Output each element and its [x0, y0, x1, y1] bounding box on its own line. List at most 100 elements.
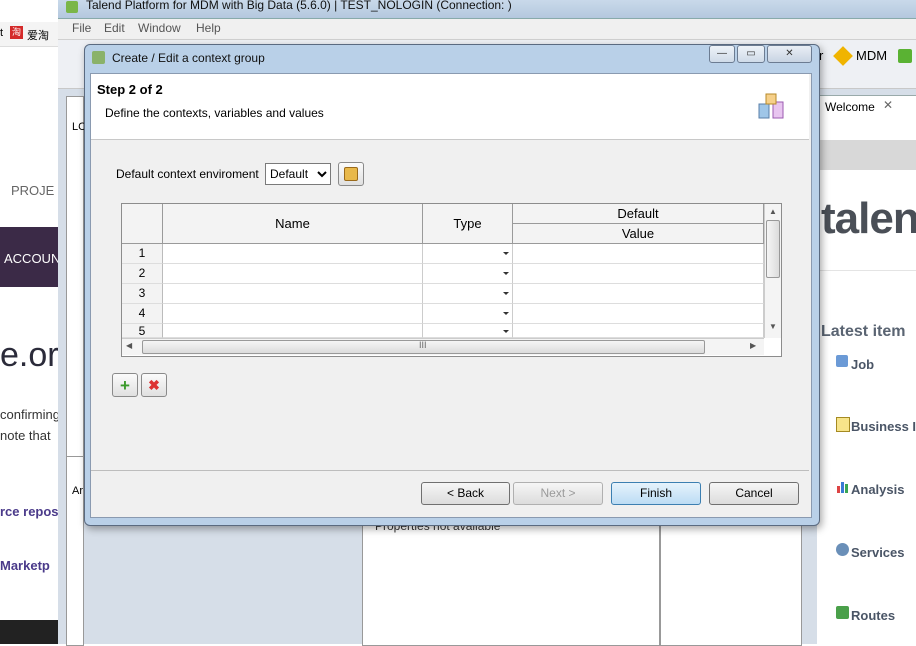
type-cell[interactable]	[423, 244, 513, 264]
scroll-left-icon[interactable]: ◀	[126, 341, 132, 350]
menu-edit[interactable]: Edit	[104, 21, 125, 35]
column-header-name[interactable]: Name	[163, 204, 423, 244]
properties-panel: Properties not available	[362, 519, 660, 646]
scroll-right-icon[interactable]: ▶	[750, 341, 756, 350]
type-cell[interactable]	[423, 284, 513, 304]
remove-variable-button[interactable]: ✖	[141, 373, 167, 397]
mdm-perspective-label[interactable]: MDM	[856, 48, 887, 63]
tab-welcome[interactable]: Welcome ✕	[817, 95, 916, 118]
default-context-label: Default context enviroment	[116, 167, 259, 181]
outline-panel: Ar	[66, 456, 84, 646]
menu-window[interactable]: Window	[138, 21, 181, 35]
chevron-down-icon[interactable]	[503, 312, 509, 315]
dialog-title: Create / Edit a context group	[112, 51, 265, 65]
browser-nav-band: ACCOUN	[0, 227, 62, 287]
default-context-select[interactable]: Default	[265, 163, 331, 185]
cancel-button[interactable]: Cancel	[709, 482, 799, 505]
browser-toolbar: t 淘 爱淘	[0, 22, 62, 47]
vertical-scroll-thumb[interactable]	[766, 220, 780, 278]
browser-heading-text: e.or	[0, 336, 59, 374]
latest-item-label: Business I	[851, 419, 916, 434]
scroll-up-icon[interactable]: ▲	[769, 207, 777, 216]
column-header-value[interactable]: Value	[513, 224, 764, 244]
horizontal-scrollbar[interactable]: ◀ III ▶	[122, 338, 764, 355]
background-browser	[0, 0, 62, 644]
mdm-perspective-icon[interactable]	[833, 46, 853, 66]
business-model-icon	[836, 417, 850, 432]
minimize-button[interactable]: —	[709, 45, 735, 63]
taobao-icon[interactable]: 淘	[10, 26, 23, 39]
routes-icon	[836, 606, 849, 619]
browser-body-text-1: confirming	[0, 407, 60, 422]
chevron-down-icon[interactable]	[503, 272, 509, 275]
scroll-grip: III	[419, 340, 427, 350]
browser-body-text-2: note that	[0, 428, 51, 443]
type-cell[interactable]	[423, 264, 513, 284]
close-button[interactable]: ✕	[767, 45, 812, 63]
value-cell[interactable]	[513, 284, 764, 304]
browser-toolbar-text: t	[0, 27, 4, 39]
value-cell[interactable]	[513, 324, 764, 338]
row-number: 2	[122, 264, 163, 284]
wizard-step-title: Step 2 of 2	[97, 82, 163, 97]
outline-panel-label: Ar	[72, 485, 83, 497]
name-cell[interactable]	[163, 264, 423, 284]
welcome-header-band	[817, 140, 916, 170]
browser-bottom-bar	[0, 620, 62, 644]
bookmark-label[interactable]: 爱淘	[27, 27, 49, 43]
name-cell[interactable]	[163, 304, 423, 324]
type-cell[interactable]	[423, 304, 513, 324]
horizontal-scroll-thumb[interactable]: III	[142, 340, 705, 354]
type-cell[interactable]	[423, 324, 513, 338]
context-group-icon	[92, 51, 105, 64]
talend-app-icon	[66, 1, 78, 13]
welcome-logo-area: talen	[817, 170, 916, 271]
column-group-header-default: Default	[513, 204, 764, 224]
finish-button[interactable]: Finish	[611, 482, 701, 505]
context-wizard-icon	[758, 93, 784, 119]
dialog-separator	[91, 470, 809, 471]
scroll-down-icon[interactable]: ▼	[769, 322, 777, 331]
talend-logo: talen	[821, 194, 916, 243]
table-corner-header	[122, 204, 163, 244]
chevron-down-icon[interactable]	[503, 330, 509, 333]
browser-link-market[interactable]: Marketp	[0, 558, 50, 573]
manage-contexts-button[interactable]	[338, 162, 364, 186]
side-panel-bottom	[660, 520, 802, 646]
value-cell[interactable]	[513, 264, 764, 284]
close-icon[interactable]: ✕	[883, 98, 893, 112]
minimize-icon: —	[717, 48, 727, 59]
latest-item-label: Services	[851, 545, 905, 560]
name-cell[interactable]	[163, 244, 423, 264]
next-button[interactable]: Next >	[513, 482, 603, 505]
plus-icon: +	[120, 375, 130, 395]
back-button[interactable]: < Back	[421, 482, 510, 505]
latest-item-label: Job	[851, 357, 875, 372]
row-number: 3	[122, 284, 163, 304]
maximize-button[interactable]: ▭	[737, 45, 765, 63]
latest-item-label: Routes	[851, 608, 896, 623]
name-cell[interactable]	[163, 324, 423, 338]
services-icon	[836, 543, 849, 556]
column-header-type[interactable]: Type	[423, 204, 513, 244]
browser-link-repos[interactable]: rce repos	[0, 504, 59, 519]
context-settings-icon	[344, 167, 358, 181]
name-cell[interactable]	[163, 284, 423, 304]
latest-items-title: Latest item	[821, 323, 906, 340]
browser-account-text[interactable]: ACCOUN	[4, 251, 60, 266]
wizard-step-description: Define the contexts, variables and value…	[105, 106, 324, 120]
menu-file[interactable]: File	[72, 21, 91, 35]
dialog-titlebar[interactable]: Create / Edit a context group	[85, 45, 817, 70]
value-cell[interactable]	[513, 244, 764, 264]
job-icon	[836, 355, 848, 367]
add-variable-button[interactable]: +	[112, 373, 138, 397]
maximize-icon: ▭	[746, 48, 756, 59]
menu-help[interactable]: Help	[196, 21, 221, 35]
wizard-header: Step 2 of 2 Define the contexts, variabl…	[91, 74, 809, 140]
chevron-down-icon[interactable]	[503, 292, 509, 295]
perspective-switch-icon[interactable]	[898, 49, 912, 63]
latest-item-label: Analysis	[851, 482, 905, 497]
chevron-down-icon[interactable]	[503, 252, 509, 255]
value-cell[interactable]	[513, 304, 764, 324]
vertical-scrollbar[interactable]: ▲ ▼	[764, 204, 781, 338]
